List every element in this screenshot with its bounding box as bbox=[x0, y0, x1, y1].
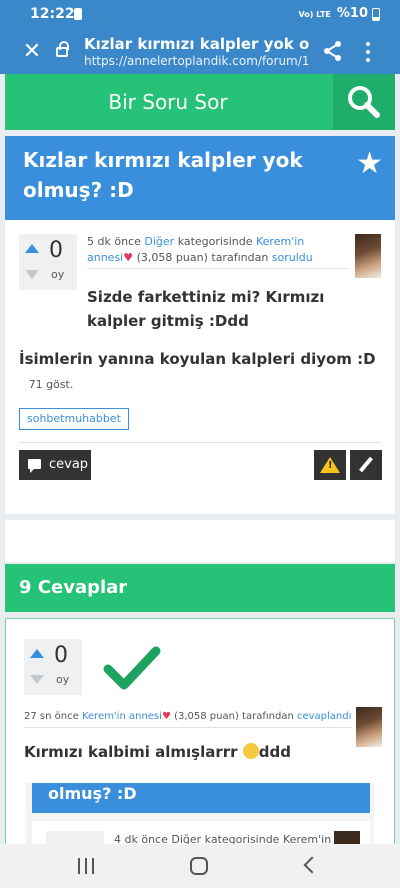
checkmark-icon bbox=[103, 646, 161, 690]
lock-icon[interactable] bbox=[56, 41, 69, 57]
author-points: (3,058 puan) bbox=[136, 251, 208, 264]
answer-card: 0 oy 27 sn önce Kerem'in annesi♥ (3,058 … bbox=[5, 618, 395, 844]
recent-apps-icon[interactable] bbox=[78, 858, 96, 874]
divider bbox=[24, 727, 352, 728]
upvote-icon[interactable] bbox=[30, 649, 44, 658]
embedded-meta: 4 dk önce Diğer kategorisinde Kerem'in bbox=[114, 833, 332, 844]
page-title[interactable]: Kızlar kırmızı kalpler yok olmuş... bbox=[84, 35, 310, 53]
answer-text-main: Kırmızı kalbimi almışlarrr bbox=[24, 743, 238, 761]
embedded-vote-box bbox=[46, 831, 104, 844]
comment-icon bbox=[28, 459, 41, 473]
meta-by-suffix: tarafından bbox=[211, 251, 269, 264]
question-title-bar: Kızlar kırmızı kalpler yok olmuş? :D ★ bbox=[5, 136, 395, 224]
upvote-icon[interactable] bbox=[25, 244, 39, 253]
home-icon[interactable] bbox=[190, 857, 208, 875]
vote-count: 0 bbox=[54, 643, 68, 668]
heart-icon: ♥ bbox=[161, 711, 171, 722]
edit-button[interactable] bbox=[350, 450, 382, 480]
view-count: 71 göst. bbox=[28, 378, 74, 391]
vote-count: 0 bbox=[49, 238, 63, 263]
answer-button-label: cevap bbox=[49, 457, 89, 472]
network-status: Vo) LTE %10 bbox=[298, 6, 368, 21]
downvote-icon[interactable] bbox=[30, 675, 44, 684]
vote-label: oy bbox=[51, 268, 65, 281]
embedded-avatar bbox=[334, 831, 360, 844]
ask-question-button[interactable]: Bir Soru Sor bbox=[5, 74, 331, 130]
search-icon bbox=[348, 86, 380, 118]
tag-link[interactable]: sohbetmuhabbet bbox=[19, 408, 129, 430]
search-button[interactable] bbox=[333, 74, 395, 130]
system-nav-bar bbox=[0, 844, 400, 888]
battery-percent: %10 bbox=[336, 6, 368, 21]
report-button[interactable]: ! bbox=[314, 450, 346, 480]
star-icon[interactable]: ★ bbox=[356, 146, 383, 181]
embedded-screenshot[interactable]: olmuş? :D 4 dk önce Diğer kategorisinde … bbox=[26, 783, 374, 844]
question-title: Kızlar kırmızı kalpler yok olmuş? :D bbox=[23, 148, 303, 202]
meta-time: 27 sn önce bbox=[24, 711, 79, 722]
answer-meta: 27 sn önce Kerem'in annesi♥ (3,058 puan)… bbox=[24, 709, 352, 725]
avatar[interactable] bbox=[356, 707, 382, 747]
vote-box: 0 oy bbox=[19, 234, 77, 290]
status-time: 12:22 bbox=[30, 6, 75, 22]
meta-time: 5 dk önce bbox=[87, 235, 141, 248]
more-options-icon[interactable] bbox=[360, 42, 376, 62]
network-label: Vo) LTE bbox=[298, 10, 331, 19]
answer-button[interactable]: cevap bbox=[19, 450, 91, 480]
notification-icon bbox=[74, 8, 82, 20]
grinning-emoji-icon bbox=[242, 743, 259, 759]
embedded-title: olmuş? :D bbox=[32, 783, 370, 813]
warning-icon: ! bbox=[320, 457, 340, 473]
share-icon[interactable] bbox=[322, 40, 344, 62]
vote-label: oy bbox=[56, 673, 70, 686]
back-icon[interactable] bbox=[303, 856, 321, 874]
question-meta: 5 dk önce Diğer kategorisinde Kerem'in a… bbox=[87, 234, 349, 266]
spacer-panel bbox=[5, 520, 395, 562]
heart-icon: ♥ bbox=[123, 251, 134, 264]
embedded-card: 4 dk önce Diğer kategorisinde Kerem'in bbox=[32, 821, 370, 844]
category-link[interactable]: Diğer bbox=[144, 235, 174, 248]
divider bbox=[87, 268, 349, 269]
question-card: 0 oy 71 göst. 5 dk önce Diğer kategorisi… bbox=[5, 220, 395, 514]
avatar[interactable] bbox=[355, 234, 381, 278]
page-url[interactable]: https://annelertoplandik.com/forum/16 bbox=[84, 54, 310, 68]
pencil-icon bbox=[359, 456, 373, 473]
browser-url-bar: ✕ Kızlar kırmızı kalpler yok olmuş... ht… bbox=[0, 30, 400, 74]
author-points: (3,058 puan) bbox=[174, 711, 239, 722]
status-bar: 12:22 Vo) LTE %10 bbox=[0, 0, 400, 30]
divider bbox=[19, 442, 381, 443]
question-body: İsimlerin yanına koyulan kalpleri diyom … bbox=[19, 350, 376, 368]
close-tab-icon[interactable]: ✕ bbox=[20, 39, 44, 64]
page-content: Bir Soru Sor Kızlar kırmızı kalpler yok … bbox=[5, 74, 395, 844]
action-link[interactable]: soruldu bbox=[272, 251, 313, 264]
answer-text-suffix: ddd bbox=[258, 743, 292, 761]
answer-text: Kırmızı kalbimi almışlarrr ddd bbox=[24, 743, 364, 761]
author-link[interactable]: Kerem'in annesi bbox=[82, 711, 162, 722]
meta-by-suffix: tarafından bbox=[242, 711, 294, 722]
question-text: Sizde farkettiniz mi? Kırmızı kalpler gi… bbox=[87, 288, 325, 330]
vote-box: 0 oy bbox=[24, 639, 82, 695]
battery-icon bbox=[372, 8, 380, 21]
meta-category-suffix: kategorisinde bbox=[177, 235, 253, 248]
ask-question-bar: Bir Soru Sor bbox=[5, 74, 395, 130]
answers-header: 9 Cevaplar bbox=[5, 564, 395, 612]
downvote-icon[interactable] bbox=[25, 270, 39, 279]
action-link[interactable]: cevaplandı bbox=[297, 711, 351, 722]
